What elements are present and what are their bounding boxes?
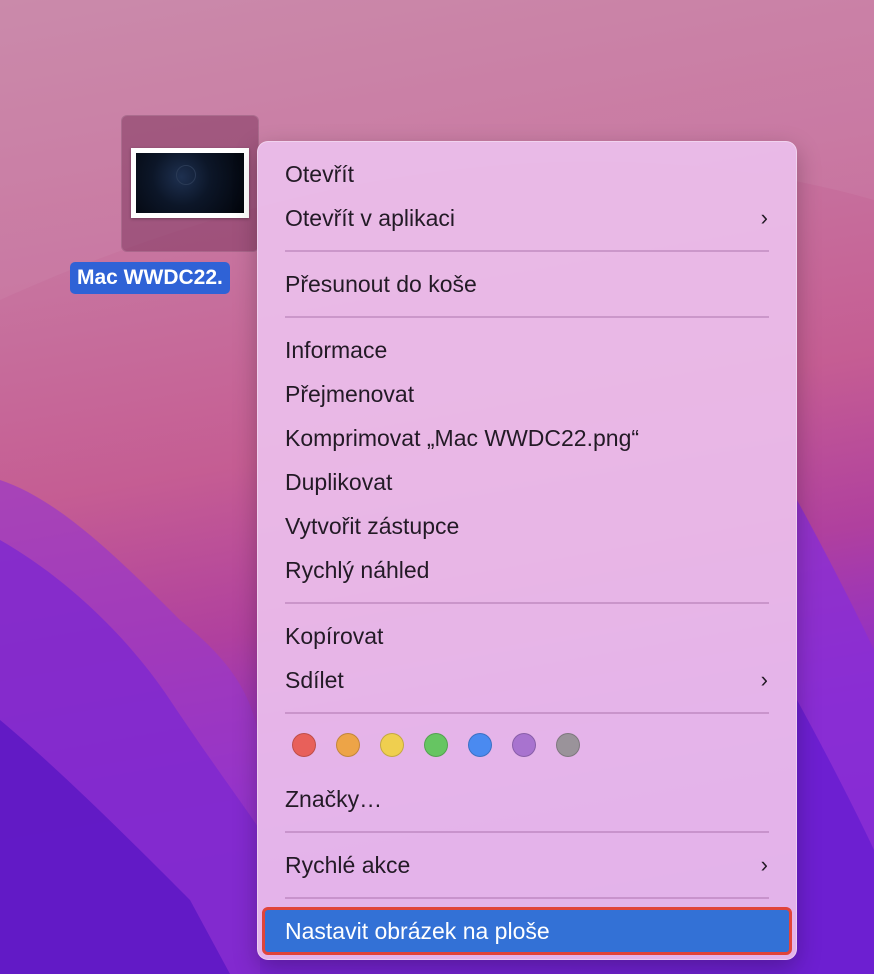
menu-item-label: Rychlé akce xyxy=(285,852,411,878)
menu-separator xyxy=(258,306,796,328)
menu-separator xyxy=(258,702,796,724)
context-menu: Otevřít Otevřít v aplikaci › Přesunout do k… xyxy=(257,141,797,960)
menu-item-label: Rychlý náhled xyxy=(285,557,430,583)
tag-green-button[interactable] xyxy=(424,733,448,757)
menu-item-rychly-na-hled[interactable]: Rychlý náhled xyxy=(258,548,796,592)
menu-separator xyxy=(258,887,796,909)
menu-item-otevr-i-t[interactable]: Otevřít xyxy=(258,152,796,196)
chevron-right-icon: › xyxy=(760,667,768,692)
menu-item-komprimovat-mac-wwdc22-png[interactable]: Komprimovat „Mac WWDC22.png“ xyxy=(258,416,796,460)
chevron-right-icon: › xyxy=(760,852,768,877)
tag-colors-row xyxy=(258,724,796,777)
menu-item-label: Duplikovat xyxy=(285,469,393,495)
menu-item-znac-ky[interactable]: Značky… xyxy=(258,777,796,821)
file-name-label[interactable]: Mac WWDC22. xyxy=(70,262,230,294)
tag-red-button[interactable] xyxy=(292,733,316,757)
menu-item-informace[interactable]: Informace xyxy=(258,328,796,372)
tag-gray-button[interactable] xyxy=(556,733,580,757)
tag-orange-button[interactable] xyxy=(336,733,360,757)
menu-item-label: Otevřít v aplikaci xyxy=(285,205,455,231)
menu-item-label: Přejmenovat xyxy=(285,381,415,407)
menu-item-label: Sdílet xyxy=(285,667,344,693)
menu-item-sdi-let[interactable]: Sdílet › xyxy=(258,658,796,702)
menu-item-label: Nastavit obrázek na ploše xyxy=(285,918,550,944)
menu-separator xyxy=(258,592,796,614)
menu-item-label: Přesunout do koše xyxy=(285,271,477,297)
menu-item-rychle-akce[interactable]: Rychlé akce › xyxy=(258,843,796,887)
menu-separator xyxy=(258,821,796,843)
menu-item-label: Otevřít xyxy=(285,161,355,187)
menu-separator xyxy=(258,240,796,262)
menu-item-pr-esunout-do-kos-e[interactable]: Přesunout do koše xyxy=(258,262,796,306)
menu-item-label: Vytvořit zástupce xyxy=(285,513,460,539)
menu-item-label: Informace xyxy=(285,337,388,363)
menu-item-label: Komprimovat „Mac WWDC22.png“ xyxy=(285,425,640,451)
tag-yellow-button[interactable] xyxy=(380,733,404,757)
tag-blue-button[interactable] xyxy=(468,733,492,757)
menu-item-label: Značky… xyxy=(285,786,383,812)
tag-purple-button[interactable] xyxy=(512,733,536,757)
chevron-right-icon: › xyxy=(760,205,768,230)
menu-item-otevr-i-t-v-aplikaci[interactable]: Otevřít v aplikaci › xyxy=(258,196,796,240)
menu-item-label: Kopírovat xyxy=(285,623,384,649)
menu-item-nastavit-obra-zek-na-plos-e[interactable]: Nastavit obrázek na ploše xyxy=(262,907,792,955)
menu-item-duplikovat[interactable]: Duplikovat xyxy=(258,460,796,504)
menu-item-pr-ejmenovat[interactable]: Přejmenovat xyxy=(258,372,796,416)
menu-item-vytvor-it-za-stupce[interactable]: Vytvořit zástupce xyxy=(258,504,796,548)
file-thumbnail[interactable] xyxy=(131,148,249,218)
apple-logo-icon xyxy=(176,165,196,185)
menu-item-kopi-rovat[interactable]: Kopírovat xyxy=(258,614,796,658)
